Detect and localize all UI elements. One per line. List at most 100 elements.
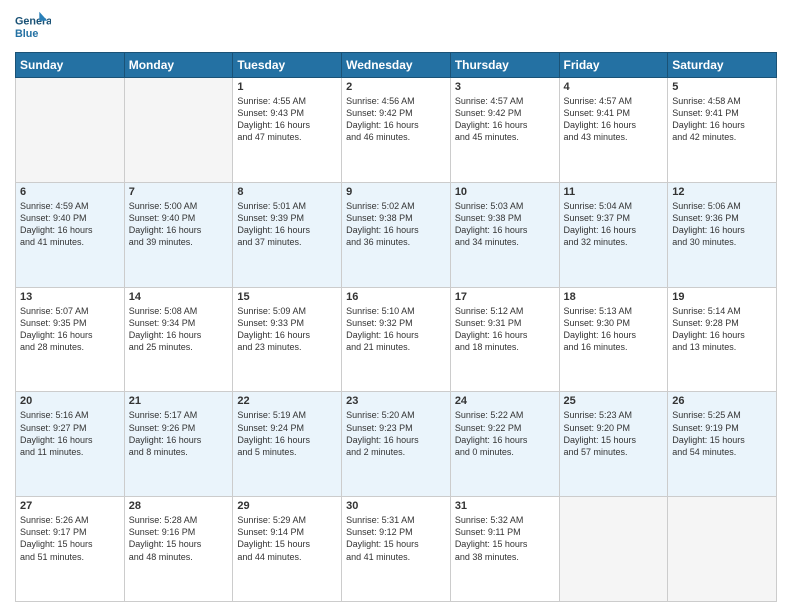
weekday-header-wednesday: Wednesday xyxy=(342,53,451,78)
calendar-week-row: 1 Sunrise: 4:55 AM Sunset: 9:43 PM Daylig… xyxy=(16,78,777,183)
day-number: 16 xyxy=(346,291,446,303)
day-info: Sunrise: 4:59 AM Sunset: 9:40 PM Dayligh… xyxy=(20,200,120,249)
calendar-cell: 2Sunrise: 4:56 AM Sunset: 9:42 PM Daylig… xyxy=(342,78,451,183)
calendar-cell: 7Sunrise: 5:00 AM Sunset: 9:40 PM Daylig… xyxy=(124,182,233,287)
calendar-cell xyxy=(559,497,668,602)
calendar-cell: 9 Sunrise: 5:02 AM Sunset: 9:38 PM Daylig… xyxy=(342,182,451,287)
day-number: 31 xyxy=(455,500,555,512)
calendar-cell: 31 Sunrise: 5:32 AM Sunset: 9:11 PM Dayli… xyxy=(450,497,559,602)
calendar-table: SundayMondayTuesdayWednesdayThursdayFrid… xyxy=(15,52,777,602)
day-number: 8 xyxy=(237,186,337,198)
day-number: 20 xyxy=(20,395,120,407)
calendar-week-row: 13 Sunrise: 5:07 AM Sunset: 9:35 PM Dayli… xyxy=(16,287,777,392)
day-info: Sunrise: 4:57 AM Sunset: 9:42 PM Dayligh… xyxy=(455,95,555,144)
day-info: Sunrise: 5:23 AM Sunset: 9:20 PM Dayligh… xyxy=(564,409,664,458)
calendar-cell: 24Sunrise: 5:22 AM Sunset: 9:22 PM Dayli… xyxy=(450,392,559,497)
calendar-cell: 10 Sunrise: 5:03 AM Sunset: 9:38 PM Dayli… xyxy=(450,182,559,287)
day-number: 3 xyxy=(455,81,555,93)
calendar-cell xyxy=(16,78,125,183)
day-info: Sunrise: 5:10 AM Sunset: 9:32 PM Dayligh… xyxy=(346,305,446,354)
calendar-header-row: SundayMondayTuesdayWednesdayThursdayFrid… xyxy=(16,53,777,78)
day-number: 13 xyxy=(20,291,120,303)
calendar-cell: 15 Sunrise: 5:09 AM Sunset: 9:33 PM Dayli… xyxy=(233,287,342,392)
day-info: Sunrise: 5:32 AM Sunset: 9:11 PM Dayligh… xyxy=(455,514,555,563)
day-number: 28 xyxy=(129,500,229,512)
calendar-cell: 11 Sunrise: 5:04 AM Sunset: 9:37 PM Dayli… xyxy=(559,182,668,287)
calendar-cell: 19 Sunrise: 5:14 AM Sunset: 9:28 PM Dayli… xyxy=(668,287,777,392)
day-info: Sunrise: 5:19 AM Sunset: 9:24 PM Dayligh… xyxy=(237,409,337,458)
calendar-cell: 22Sunrise: 5:19 AM Sunset: 9:24 PM Dayli… xyxy=(233,392,342,497)
day-info: Sunrise: 5:22 AM Sunset: 9:22 PM Dayligh… xyxy=(455,409,555,458)
calendar-cell: 26Sunrise: 5:25 AM Sunset: 9:19 PM Dayli… xyxy=(668,392,777,497)
calendar-cell: 28 Sunrise: 5:28 AM Sunset: 9:16 PM Dayli… xyxy=(124,497,233,602)
calendar-cell: 4Sunrise: 4:57 AM Sunset: 9:41 PM Daylig… xyxy=(559,78,668,183)
weekday-header-tuesday: Tuesday xyxy=(233,53,342,78)
page: GeneralBlue SundayMondayTuesdayWednesday… xyxy=(0,0,792,612)
calendar-cell: 13 Sunrise: 5:07 AM Sunset: 9:35 PM Dayli… xyxy=(16,287,125,392)
day-info: Sunrise: 5:20 AM Sunset: 9:23 PM Dayligh… xyxy=(346,409,446,458)
day-info: Sunrise: 5:03 AM Sunset: 9:38 PM Dayligh… xyxy=(455,200,555,249)
calendar-cell: 25 Sunrise: 5:23 AM Sunset: 9:20 PM Dayli… xyxy=(559,392,668,497)
day-number: 14 xyxy=(129,291,229,303)
weekday-header-saturday: Saturday xyxy=(668,53,777,78)
day-number: 25 xyxy=(564,395,664,407)
day-info: Sunrise: 5:29 AM Sunset: 9:14 PM Dayligh… xyxy=(237,514,337,563)
day-number: 17 xyxy=(455,291,555,303)
calendar-cell xyxy=(668,497,777,602)
day-info: Sunrise: 5:02 AM Sunset: 9:38 PM Dayligh… xyxy=(346,200,446,249)
svg-text:Blue: Blue xyxy=(15,28,38,40)
day-info: Sunrise: 5:13 AM Sunset: 9:30 PM Dayligh… xyxy=(564,305,664,354)
day-number: 11 xyxy=(564,186,664,198)
day-number: 6 xyxy=(20,186,120,198)
day-info: Sunrise: 4:57 AM Sunset: 9:41 PM Dayligh… xyxy=(564,95,664,144)
weekday-header-monday: Monday xyxy=(124,53,233,78)
calendar-cell: 8 Sunrise: 5:01 AM Sunset: 9:39 PM Daylig… xyxy=(233,182,342,287)
weekday-header-thursday: Thursday xyxy=(450,53,559,78)
calendar-cell: 29 Sunrise: 5:29 AM Sunset: 9:14 PM Dayli… xyxy=(233,497,342,602)
day-number: 29 xyxy=(237,500,337,512)
day-info: Sunrise: 5:31 AM Sunset: 9:12 PM Dayligh… xyxy=(346,514,446,563)
calendar-cell: 5 Sunrise: 4:58 AM Sunset: 9:41 PM Daylig… xyxy=(668,78,777,183)
day-number: 15 xyxy=(237,291,337,303)
calendar-week-row: 27 Sunrise: 5:26 AM Sunset: 9:17 PM Dayli… xyxy=(16,497,777,602)
day-number: 9 xyxy=(346,186,446,198)
logo-icon: GeneralBlue xyxy=(15,10,51,46)
day-info: Sunrise: 5:17 AM Sunset: 9:26 PM Dayligh… xyxy=(129,409,229,458)
calendar-cell: 16 Sunrise: 5:10 AM Sunset: 9:32 PM Dayli… xyxy=(342,287,451,392)
day-info: Sunrise: 5:06 AM Sunset: 9:36 PM Dayligh… xyxy=(672,200,772,249)
day-number: 30 xyxy=(346,500,446,512)
day-number: 18 xyxy=(564,291,664,303)
day-number: 12 xyxy=(672,186,772,198)
calendar-cell: 3 Sunrise: 4:57 AM Sunset: 9:42 PM Daylig… xyxy=(450,78,559,183)
calendar-cell: 14 Sunrise: 5:08 AM Sunset: 9:34 PM Dayli… xyxy=(124,287,233,392)
day-info: Sunrise: 4:55 AM Sunset: 9:43 PM Dayligh… xyxy=(237,95,337,144)
day-info: Sunrise: 5:07 AM Sunset: 9:35 PM Dayligh… xyxy=(20,305,120,354)
calendar-cell: 23Sunrise: 5:20 AM Sunset: 9:23 PM Dayli… xyxy=(342,392,451,497)
svg-text:General: General xyxy=(15,15,51,27)
calendar-cell: 17Sunrise: 5:12 AM Sunset: 9:31 PM Dayli… xyxy=(450,287,559,392)
day-info: Sunrise: 5:26 AM Sunset: 9:17 PM Dayligh… xyxy=(20,514,120,563)
weekday-header-sunday: Sunday xyxy=(16,53,125,78)
day-info: Sunrise: 5:04 AM Sunset: 9:37 PM Dayligh… xyxy=(564,200,664,249)
day-number: 1 xyxy=(237,81,337,93)
day-info: Sunrise: 4:58 AM Sunset: 9:41 PM Dayligh… xyxy=(672,95,772,144)
logo: GeneralBlue xyxy=(15,10,51,46)
day-info: Sunrise: 5:16 AM Sunset: 9:27 PM Dayligh… xyxy=(20,409,120,458)
day-number: 19 xyxy=(672,291,772,303)
header: GeneralBlue xyxy=(15,10,777,46)
day-number: 5 xyxy=(672,81,772,93)
calendar-cell: 12 Sunrise: 5:06 AM Sunset: 9:36 PM Dayli… xyxy=(668,182,777,287)
calendar-cell: 27 Sunrise: 5:26 AM Sunset: 9:17 PM Dayli… xyxy=(16,497,125,602)
day-info: Sunrise: 5:09 AM Sunset: 9:33 PM Dayligh… xyxy=(237,305,337,354)
day-info: Sunrise: 5:08 AM Sunset: 9:34 PM Dayligh… xyxy=(129,305,229,354)
day-number: 7 xyxy=(129,186,229,198)
day-info: Sunrise: 5:01 AM Sunset: 9:39 PM Dayligh… xyxy=(237,200,337,249)
day-info: Sunrise: 5:28 AM Sunset: 9:16 PM Dayligh… xyxy=(129,514,229,563)
calendar-cell: 1 Sunrise: 4:55 AM Sunset: 9:43 PM Daylig… xyxy=(233,78,342,183)
day-number: 21 xyxy=(129,395,229,407)
day-number: 27 xyxy=(20,500,120,512)
day-number: 10 xyxy=(455,186,555,198)
day-number: 26 xyxy=(672,395,772,407)
day-info: Sunrise: 5:14 AM Sunset: 9:28 PM Dayligh… xyxy=(672,305,772,354)
calendar-cell: 6 Sunrise: 4:59 AM Sunset: 9:40 PM Daylig… xyxy=(16,182,125,287)
